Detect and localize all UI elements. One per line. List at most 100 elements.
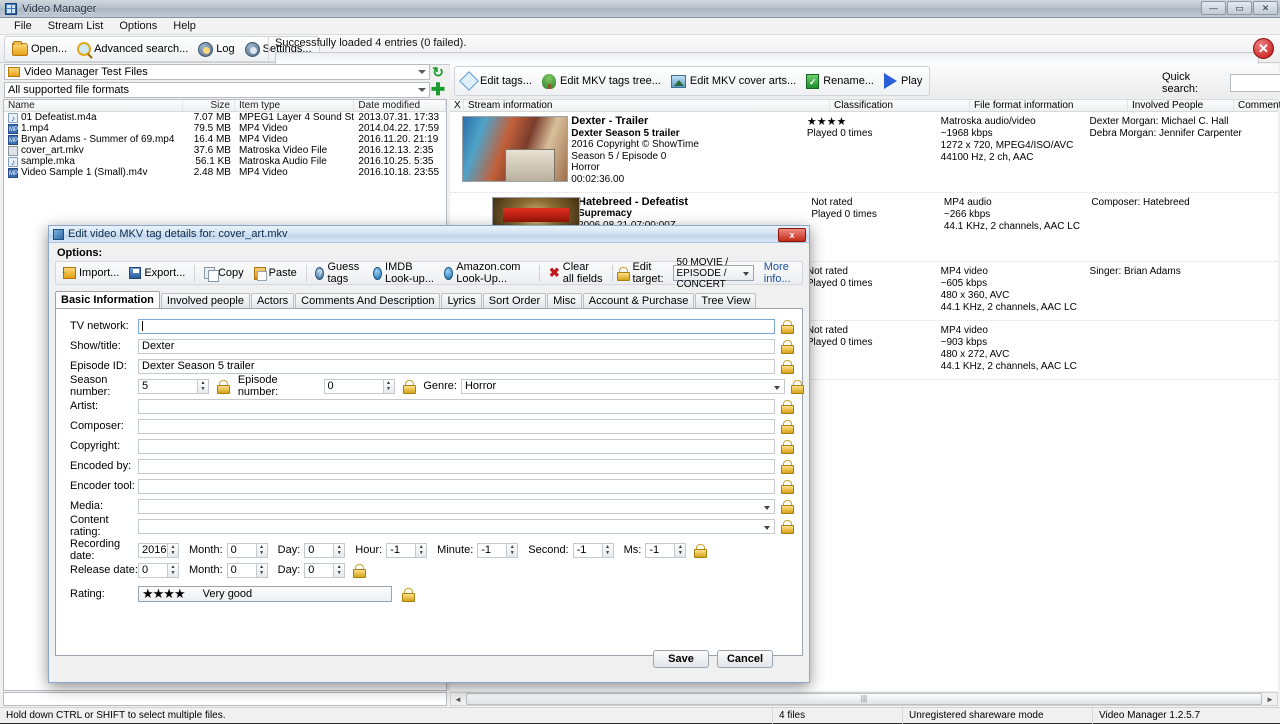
episode-number-stepper[interactable]: 0 ▲▼ xyxy=(324,379,395,394)
lock-icon[interactable] xyxy=(353,564,364,576)
copyright-field[interactable] xyxy=(138,439,775,454)
lock-icon[interactable] xyxy=(402,588,413,600)
episode-number-value[interactable]: 0 xyxy=(324,379,384,394)
recording-year-stepper[interactable]: 2016 ▲▼ xyxy=(138,543,179,558)
rename-button[interactable]: ✓ Rename... xyxy=(801,68,879,94)
lock-icon[interactable] xyxy=(781,440,792,452)
composer-field[interactable] xyxy=(138,419,775,434)
more-info-link[interactable]: More info... xyxy=(764,261,799,285)
spin-down-icon[interactable]: ▼ xyxy=(168,570,178,577)
recording-second-stepper[interactable]: -1 ▲▼ xyxy=(573,543,614,558)
artist-field[interactable] xyxy=(138,399,775,414)
spin-buttons[interactable]: ▲▼ xyxy=(507,543,518,558)
spin-down-icon[interactable]: ▼ xyxy=(257,550,267,557)
spin-down-icon[interactable]: ▼ xyxy=(507,550,517,557)
close-button[interactable]: ✕ xyxy=(1253,1,1278,15)
edit-mkv-tags-tree-button[interactable]: Edit MKV tags tree... xyxy=(537,68,666,94)
lock-icon[interactable] xyxy=(403,380,414,392)
file-row[interactable]: MPVideo Sample 1 (Small).m4v2.48 MBMP4 V… xyxy=(4,167,446,178)
spin-down-icon[interactable]: ▼ xyxy=(334,550,344,557)
column-comment[interactable]: Comment xyxy=(1234,100,1278,111)
content-rating-combo[interactable] xyxy=(138,519,775,534)
tab-actors[interactable]: Actors xyxy=(251,293,294,308)
quick-search-input[interactable] xyxy=(1230,74,1280,92)
rating-combo[interactable]: ★★★★ Very good xyxy=(138,586,392,602)
recording-day-stepper[interactable]: 0 ▲▼ xyxy=(304,543,345,558)
lock-icon[interactable] xyxy=(781,500,792,512)
spin-buttons[interactable]: ▲▼ xyxy=(675,543,686,558)
tab-involved-people[interactable]: Involved people xyxy=(161,293,250,308)
file-row[interactable]: cover_art.mkv37.6 MBMatroska Video File2… xyxy=(4,145,446,156)
recording-month-stepper[interactable]: 0 ▲▼ xyxy=(227,543,268,558)
release-year-value[interactable]: 0 xyxy=(138,563,168,578)
spin-down-icon[interactable]: ▼ xyxy=(675,550,685,557)
cancel-button[interactable]: Cancel xyxy=(717,650,773,668)
file-format-combo[interactable]: All supported file formats xyxy=(4,82,430,98)
column-item-type[interactable]: Item type xyxy=(235,100,354,111)
lock-icon[interactable] xyxy=(781,420,792,432)
dialog-close-button[interactable]: x xyxy=(778,228,806,242)
spin-buttons[interactable]: ▲▼ xyxy=(603,543,614,558)
encoded-by-field[interactable] xyxy=(138,459,775,474)
lock-icon[interactable] xyxy=(781,320,792,332)
spin-down-icon[interactable]: ▼ xyxy=(384,386,394,393)
log-button[interactable]: Log xyxy=(193,38,239,60)
column-file-format-information[interactable]: File format information xyxy=(970,100,1128,111)
edit-target-combo[interactable]: 50 MOVIE / EPISODE / CONCERT xyxy=(673,265,754,281)
lock-icon[interactable] xyxy=(781,460,792,472)
maximize-button[interactable]: ▭ xyxy=(1227,1,1252,15)
clear-all-fields-button[interactable]: ✖ Clear all fields xyxy=(545,263,607,283)
menu-options[interactable]: Options xyxy=(111,18,165,34)
recording-day-value[interactable]: 0 xyxy=(304,543,334,558)
release-day-stepper[interactable]: 0 ▲▼ xyxy=(304,563,345,578)
paste-button[interactable]: Paste xyxy=(250,263,301,283)
amazon-lookup-button[interactable]: Amazon.com Look-Up... xyxy=(440,263,534,283)
column-involved-people[interactable]: Involved People xyxy=(1128,100,1234,111)
export-button[interactable]: Export... xyxy=(125,263,189,283)
tab-basic-information[interactable]: Basic Information xyxy=(55,291,160,308)
season-number-spin-buttons[interactable]: ▲▼ xyxy=(198,379,209,394)
spin-buttons[interactable]: ▲▼ xyxy=(168,563,179,578)
spin-buttons[interactable]: ▲▼ xyxy=(257,543,268,558)
release-year-stepper[interactable]: 0 ▲▼ xyxy=(138,563,179,578)
spin-down-icon[interactable]: ▼ xyxy=(334,570,344,577)
lock-icon[interactable] xyxy=(781,340,792,352)
episode-number-spin-buttons[interactable]: ▲▼ xyxy=(384,379,395,394)
spin-buttons[interactable]: ▲▼ xyxy=(334,563,345,578)
advanced-search-button[interactable]: Advanced search... xyxy=(72,38,193,60)
column-size[interactable]: Size xyxy=(183,100,235,111)
edit-tags-button[interactable]: Edit tags... xyxy=(457,68,537,94)
menu-file[interactable]: File xyxy=(6,18,40,34)
recording-ms-stepper[interactable]: -1 ▲▼ xyxy=(645,543,686,558)
play-button[interactable]: Play xyxy=(879,68,927,94)
lock-icon[interactable] xyxy=(781,400,792,412)
horizontal-scrollbar[interactable]: ◄ ||| ► xyxy=(450,692,1278,706)
close-app-icon[interactable]: ✕ xyxy=(1253,38,1274,59)
lock-icon[interactable] xyxy=(791,380,802,392)
recording-year-value[interactable]: 2016 xyxy=(138,543,168,558)
genre-combo[interactable]: Horror xyxy=(461,379,785,394)
column-name[interactable]: Name xyxy=(4,100,183,111)
spin-buttons[interactable]: ▲▼ xyxy=(334,543,345,558)
recording-hour-stepper[interactable]: -1 ▲▼ xyxy=(386,543,427,558)
recording-minute-stepper[interactable]: -1 ▲▼ xyxy=(477,543,518,558)
file-row[interactable]: ♪sample.mka56.1 KBMatroska Audio File201… xyxy=(4,156,446,167)
menu-help[interactable]: Help xyxy=(165,18,204,34)
tab-tree-view[interactable]: Tree View xyxy=(695,293,756,308)
recording-second-value[interactable]: -1 xyxy=(573,543,603,558)
file-row[interactable]: MPBryan Adams - Summer of 69.mp416.4 MBM… xyxy=(4,134,446,145)
copy-button[interactable]: Copy xyxy=(200,263,248,283)
release-month-value[interactable]: 0 xyxy=(227,563,257,578)
file-row[interactable]: ♪01 Defeatist.m4a7.07 MBMPEG1 Layer 4 So… xyxy=(4,112,446,123)
minimize-button[interactable]: — xyxy=(1201,1,1226,15)
tv-network-field[interactable] xyxy=(138,319,775,334)
menu-stream-list[interactable]: Stream List xyxy=(40,18,112,34)
spin-buttons[interactable]: ▲▼ xyxy=(257,563,268,578)
media-combo[interactable] xyxy=(138,499,775,514)
file-row[interactable]: MP1.mp479.5 MBMP4 Video2014.04.22. 17:59 xyxy=(4,123,446,134)
tab-account-purchase[interactable]: Account & Purchase xyxy=(583,293,695,308)
recording-hour-value[interactable]: -1 xyxy=(386,543,416,558)
spin-down-icon[interactable]: ▼ xyxy=(416,550,426,557)
save-button[interactable]: Save xyxy=(653,650,709,668)
lock-icon[interactable] xyxy=(781,520,792,532)
